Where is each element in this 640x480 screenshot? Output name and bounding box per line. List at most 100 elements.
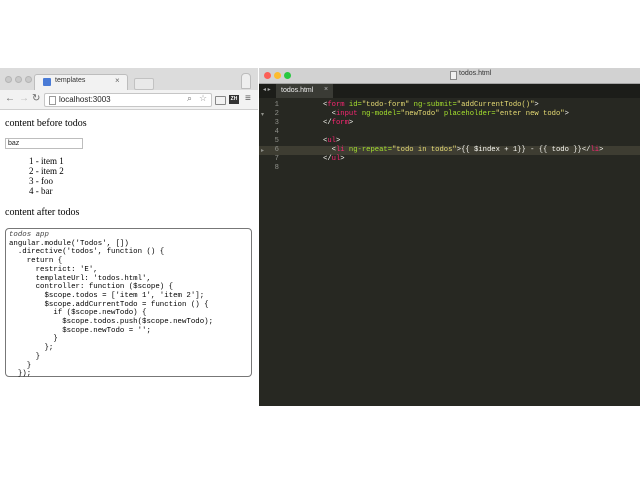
document-icon <box>450 71 457 80</box>
code-line: $scope.todos = ['item 1', 'item 2']; <box>9 291 205 300</box>
reload-icon[interactable]: ↻ <box>32 93 40 105</box>
token: > <box>534 101 539 109</box>
todo-item: 1 - item 1 <box>29 156 64 166</box>
browser-tab-title: templates <box>55 77 86 84</box>
browser-tab-strip: templates × <box>0 68 258 91</box>
code-sample-panel: todos app angular.module('Todos', []) .d… <box>5 228 252 379</box>
code-line: }); <box>9 370 32 379</box>
profile-icon[interactable] <box>241 73 251 89</box>
tab-nav-arrows-icon[interactable]: ◂ ▸ <box>263 86 271 93</box>
token: > <box>564 110 569 118</box>
todo-list: 1 - item 1 2 - item 2 3 - foo 4 - bar <box>29 156 64 196</box>
minimize-window-dot[interactable] <box>15 76 22 83</box>
code-line: }; <box>9 344 54 353</box>
forward-arrow-icon[interactable]: → <box>19 93 29 105</box>
close-window-dot[interactable] <box>5 76 12 83</box>
address-bar[interactable]: localhost:3003 ⌕ ☆ <box>44 93 212 107</box>
editor-tab-label: todos.html <box>281 87 314 94</box>
code-comment: todos app <box>9 231 49 239</box>
fold-marker-icon[interactable]: ▾ <box>261 111 264 118</box>
favicon-icon <box>43 78 51 86</box>
code-line: $scope.newTodo = ''; <box>9 326 151 335</box>
bookmark-star-icon[interactable]: ☆ <box>199 93 207 104</box>
browser-window: templates × ← → ↻ localhost:3003 ⌕ ☆ ZH … <box>0 68 258 406</box>
tag-token: li <box>590 146 600 154</box>
tag-token: form <box>331 119 349 127</box>
line-number: 5 <box>274 137 279 145</box>
code-line-6: <li ng-repeat="todo in todos">{{ $index … <box>323 146 604 154</box>
line-number: 7 <box>274 155 279 163</box>
todo-item: 3 - foo <box>29 176 53 186</box>
code-line-3: </form> <box>323 119 353 127</box>
code-line: } <box>9 361 32 370</box>
attr-token: id= <box>344 101 362 109</box>
code-line-1: <form id="todo-form" ng-submit="addCurre… <box>323 101 539 109</box>
token: > <box>348 119 354 127</box>
code-line-5: <ul> <box>323 137 340 145</box>
zoom-button-icon[interactable] <box>284 72 291 79</box>
menu-icon[interactable]: ≡ <box>245 93 251 104</box>
content-after-text: content after todos <box>5 207 80 218</box>
back-arrow-icon[interactable]: ← <box>5 93 15 105</box>
code-line: controller: function ($scope) { <box>9 283 174 292</box>
browser-tab-templates[interactable]: templates × <box>34 74 128 91</box>
content-before-text: content before todos <box>5 118 87 129</box>
attr-token: ng-repeat= <box>344 146 393 154</box>
code-line: } <box>9 335 58 344</box>
string-token: "newTodo" <box>400 110 440 118</box>
attr-token: ng-submit= <box>409 101 457 109</box>
string-token: "enter new todo" <box>495 110 565 118</box>
code-line: templateUrl: 'todos.html', <box>9 274 151 283</box>
attr-token: placeholder= <box>439 110 496 118</box>
token: >{{ $index + 1}} - {{ todo }}</ <box>456 146 591 154</box>
new-todo-input[interactable]: baz <box>5 138 83 149</box>
token: > <box>599 146 604 154</box>
code-line-7: </ul> <box>323 155 345 163</box>
tag-token: form <box>327 101 345 109</box>
extension-icon[interactable]: ZH <box>229 95 239 104</box>
code-line: } <box>9 352 41 361</box>
tag-token: ul <box>327 137 336 145</box>
tag-token: li <box>335 146 345 154</box>
code-line: return { <box>9 257 63 266</box>
tag-token: input <box>335 110 358 118</box>
url-text: localhost:3003 <box>59 95 111 104</box>
line-number: 3 <box>274 119 279 127</box>
zoom-icon[interactable]: ⌕ <box>187 93 192 104</box>
window-title: todos.html <box>459 70 492 77</box>
line-number: 4 <box>274 128 279 136</box>
attr-token: ng-model= <box>357 110 401 118</box>
maximize-window-dot[interactable] <box>25 76 32 83</box>
code-line-2: <input ng-model="newTodo" placeholder="e… <box>323 110 569 118</box>
todo-item: 4 - bar <box>29 186 53 196</box>
editor-window: todos.html ◂ ▸ todos.html × 1 2 3 4 5 6 … <box>259 68 640 406</box>
line-number-gutter: 1 2 3 4 5 6 7 8 ▾ ▸ <box>259 99 281 406</box>
token: < <box>323 146 336 154</box>
string-token: "addCurrentTodo()" <box>456 101 535 109</box>
tag-token: ul <box>331 155 341 163</box>
token: </ <box>323 155 332 163</box>
todo-item: 2 - item 2 <box>29 166 64 176</box>
line-number: 8 <box>274 164 279 172</box>
token: < <box>323 110 336 118</box>
page-icon <box>49 96 56 105</box>
new-tab-button[interactable] <box>134 78 154 90</box>
string-token: "todo-form" <box>361 101 410 109</box>
cast-icon[interactable] <box>215 96 226 105</box>
code-line: $scope.todos.push($scope.newTodo); <box>9 318 214 327</box>
editor-titlebar: todos.html <box>259 68 640 84</box>
browser-toolbar: ← → ↻ localhost:3003 ⌕ ☆ ZH ≡ <box>0 90 258 110</box>
token: </ <box>323 119 332 127</box>
minimize-button-icon[interactable] <box>274 72 281 79</box>
code-line: if ($scope.newTodo) { <box>9 309 147 318</box>
editor-tab-bar: ◂ ▸ todos.html × <box>259 84 640 98</box>
editor-tab-close-icon[interactable]: × <box>324 86 328 93</box>
token: > <box>335 137 341 145</box>
string-token: "todo in todos" <box>392 146 457 154</box>
tab-close-icon[interactable]: × <box>115 76 120 85</box>
close-button-icon[interactable] <box>264 72 271 79</box>
code-line: .directive('todos', function () { <box>9 248 165 257</box>
fold-marker-icon[interactable]: ▸ <box>261 147 264 154</box>
code-line: restrict: 'E', <box>9 265 98 274</box>
editor-tab-todos[interactable]: todos.html × <box>276 84 333 98</box>
